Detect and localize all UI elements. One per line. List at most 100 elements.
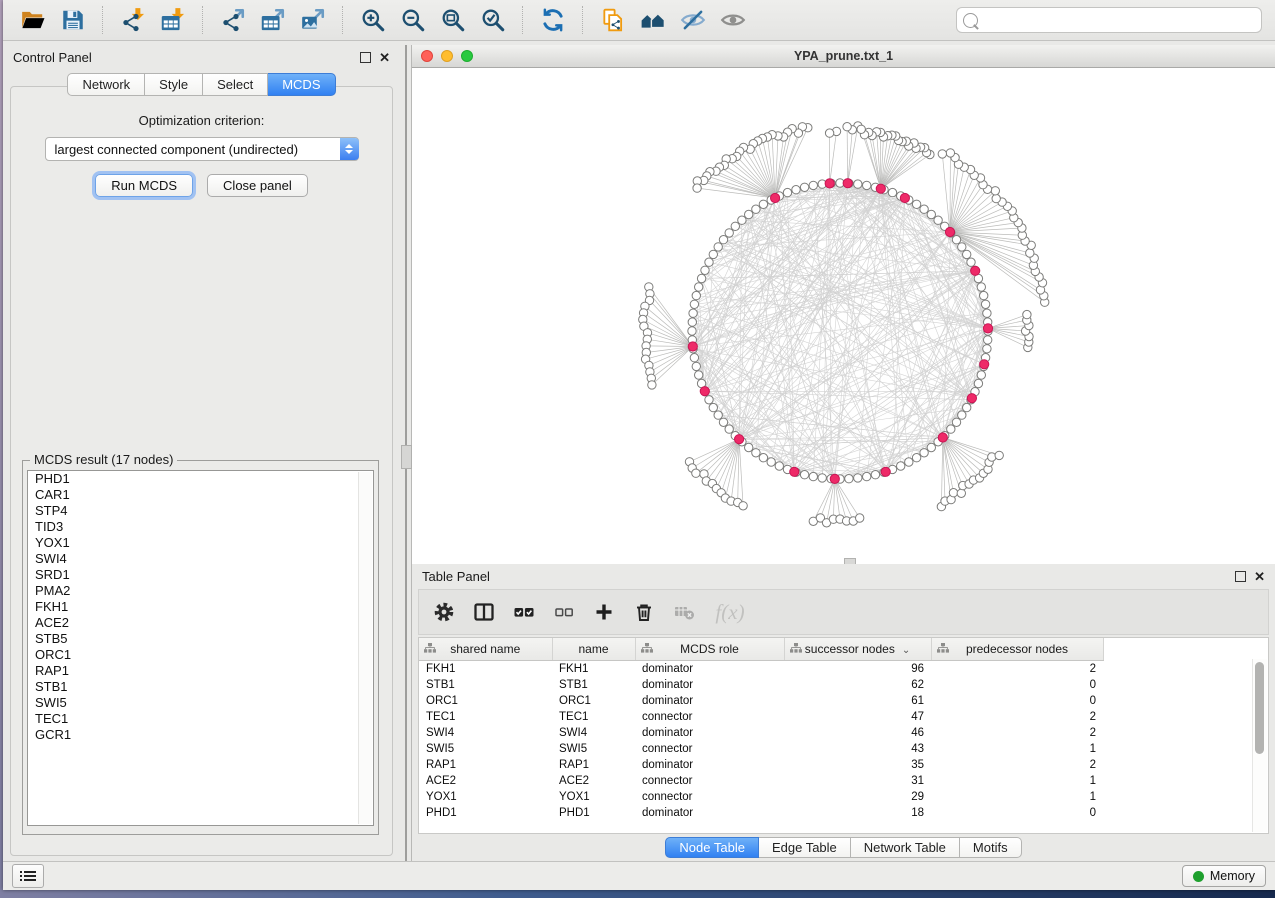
window-close-icon[interactable]: [421, 50, 433, 62]
control-panel: Control Panel ✕ NetworkStyleSelectMCDS O…: [3, 45, 400, 861]
mcds-result-scrollbar[interactable]: [358, 472, 372, 824]
network-graph[interactable]: [412, 68, 1275, 564]
zoom-selected-button[interactable]: [473, 4, 513, 36]
zoom-in-button[interactable]: [353, 4, 393, 36]
cell-predecessor_nodes: 1: [931, 773, 1103, 789]
table-scrollbar-thumb[interactable]: [1255, 662, 1264, 754]
table-row[interactable]: YOX1YOX1connector291: [419, 789, 1103, 805]
cell-mcds_role: connector: [635, 741, 784, 757]
export-network-button[interactable]: [213, 4, 253, 36]
zoom-fit-button[interactable]: [433, 4, 473, 36]
mcds-result-list[interactable]: PHD1CAR1STP4TID3YOX1SWI4SRD1PMA2FKH1ACE2…: [27, 470, 374, 826]
cell-predecessor_nodes: 1: [931, 741, 1103, 757]
mcds-result-item[interactable]: TID3: [28, 519, 373, 535]
tab-select[interactable]: Select: [203, 73, 268, 96]
mcds-result-item[interactable]: ORC1: [28, 647, 373, 663]
tab-edge-table[interactable]: Edge Table: [759, 837, 851, 858]
task-history-button[interactable]: [12, 864, 44, 888]
column-header-successor-nodes[interactable]: successor nodes⌄: [784, 638, 931, 661]
mcds-result-item[interactable]: PHD1: [28, 471, 373, 487]
mcds-result-item[interactable]: YOX1: [28, 535, 373, 551]
tab-network[interactable]: Network: [67, 73, 145, 96]
table-scrollbar[interactable]: [1252, 659, 1267, 832]
optimization-criterion-select[interactable]: largest connected component (undirected): [45, 137, 359, 161]
sort-desc-icon: ⌄: [902, 645, 910, 656]
close-panel-icon[interactable]: ✕: [379, 53, 390, 62]
export-table-button[interactable]: [253, 4, 293, 36]
import-network-button[interactable]: [113, 4, 153, 36]
search-input[interactable]: [983, 12, 1255, 28]
zoom-out-button[interactable]: [393, 4, 433, 36]
float-table-panel-icon[interactable]: [1235, 571, 1246, 582]
mcds-result-item[interactable]: PMA2: [28, 583, 373, 599]
horizontal-splitter-grip[interactable]: [844, 558, 856, 564]
show-all-button[interactable]: [713, 4, 753, 36]
settings-button[interactable]: [427, 596, 461, 628]
cell-name: ORC1: [552, 693, 635, 709]
window-minimize-icon[interactable]: [441, 50, 453, 62]
select-all-button[interactable]: [507, 596, 541, 628]
mcds-result-item[interactable]: STB1: [28, 679, 373, 695]
window-zoom-icon[interactable]: [461, 50, 473, 62]
table-row[interactable]: ACE2ACE2connector311: [419, 773, 1103, 789]
zoom-in-icon: [360, 7, 386, 33]
mcds-result-item[interactable]: CAR1: [28, 487, 373, 503]
export-image-button[interactable]: [293, 4, 333, 36]
create-column-button[interactable]: [587, 596, 621, 628]
mcds-result-item[interactable]: TEC1: [28, 711, 373, 727]
table-row[interactable]: FKH1FKH1dominator962: [419, 661, 1103, 678]
mcds-result-item[interactable]: RAP1: [28, 663, 373, 679]
import-table-button[interactable]: [153, 4, 193, 36]
save-session-button[interactable]: [53, 4, 93, 36]
run-mcds-button[interactable]: Run MCDS: [95, 174, 193, 197]
mcds-result-item[interactable]: STP4: [28, 503, 373, 519]
table-row[interactable]: TEC1TEC1connector472: [419, 709, 1103, 725]
search-box[interactable]: [956, 7, 1262, 33]
panel-splitter[interactable]: [400, 45, 411, 861]
mcds-result-item[interactable]: STB5: [28, 631, 373, 647]
zoom-out-icon: [400, 7, 426, 33]
splitter-grip[interactable]: [401, 445, 412, 469]
memory-button[interactable]: Memory: [1182, 865, 1266, 887]
close-table-panel-icon[interactable]: ✕: [1254, 572, 1265, 581]
mcds-result-item[interactable]: GCR1: [28, 727, 373, 743]
mcds-result-item[interactable]: SRD1: [28, 567, 373, 583]
table-row[interactable]: SWI5SWI5connector431: [419, 741, 1103, 757]
hide-selected-button[interactable]: [673, 4, 713, 36]
deselect-all-button[interactable]: [547, 596, 581, 628]
float-panel-icon[interactable]: [360, 52, 371, 63]
tab-style[interactable]: Style: [145, 73, 203, 96]
first-neighbors-button[interactable]: [633, 4, 673, 36]
export-network-icon: [220, 7, 246, 33]
tab-network-table[interactable]: Network Table: [851, 837, 960, 858]
tab-motifs[interactable]: Motifs: [960, 837, 1022, 858]
column-panel-button[interactable]: [467, 596, 501, 628]
tab-mcds[interactable]: MCDS: [268, 73, 335, 96]
open-file-button[interactable]: [13, 4, 53, 36]
tab-node-table[interactable]: Node Table: [665, 837, 759, 858]
table-row[interactable]: STB1STB1dominator620: [419, 677, 1103, 693]
mcds-result-item[interactable]: ACE2: [28, 615, 373, 631]
mcds-result-item[interactable]: SWI5: [28, 695, 373, 711]
mcds-result-item[interactable]: FKH1: [28, 599, 373, 615]
node-table-grid[interactable]: shared namenameMCDS rolesuccessor nodes⌄…: [419, 638, 1104, 821]
network-canvas[interactable]: [412, 68, 1275, 564]
toolbar-separator: [342, 6, 344, 34]
duplicate-network-button[interactable]: [593, 4, 633, 36]
node-table[interactable]: shared namenameMCDS rolesuccessor nodes⌄…: [418, 637, 1269, 834]
table-row[interactable]: SWI4SWI4dominator462: [419, 725, 1103, 741]
table-row[interactable]: RAP1RAP1dominator352: [419, 757, 1103, 773]
column-header-name[interactable]: name: [552, 638, 635, 661]
mcds-result-item[interactable]: SWI4: [28, 551, 373, 567]
column-header-shared-name[interactable]: shared name: [419, 638, 552, 661]
column-header-predecessor-nodes[interactable]: predecessor nodes: [931, 638, 1103, 661]
import-table-icon: [160, 7, 186, 33]
close-panel-button[interactable]: Close panel: [207, 174, 308, 197]
column-header-MCDS-role[interactable]: MCDS role: [635, 638, 784, 661]
table-row[interactable]: PHD1PHD1dominator180: [419, 805, 1103, 821]
table-row[interactable]: ORC1ORC1dominator610: [419, 693, 1103, 709]
refresh-network-button[interactable]: [533, 4, 573, 36]
select-all-icon: [513, 601, 535, 623]
control-panel-tabs: NetworkStyleSelectMCDS: [3, 73, 400, 96]
delete-column-button[interactable]: [627, 596, 661, 628]
